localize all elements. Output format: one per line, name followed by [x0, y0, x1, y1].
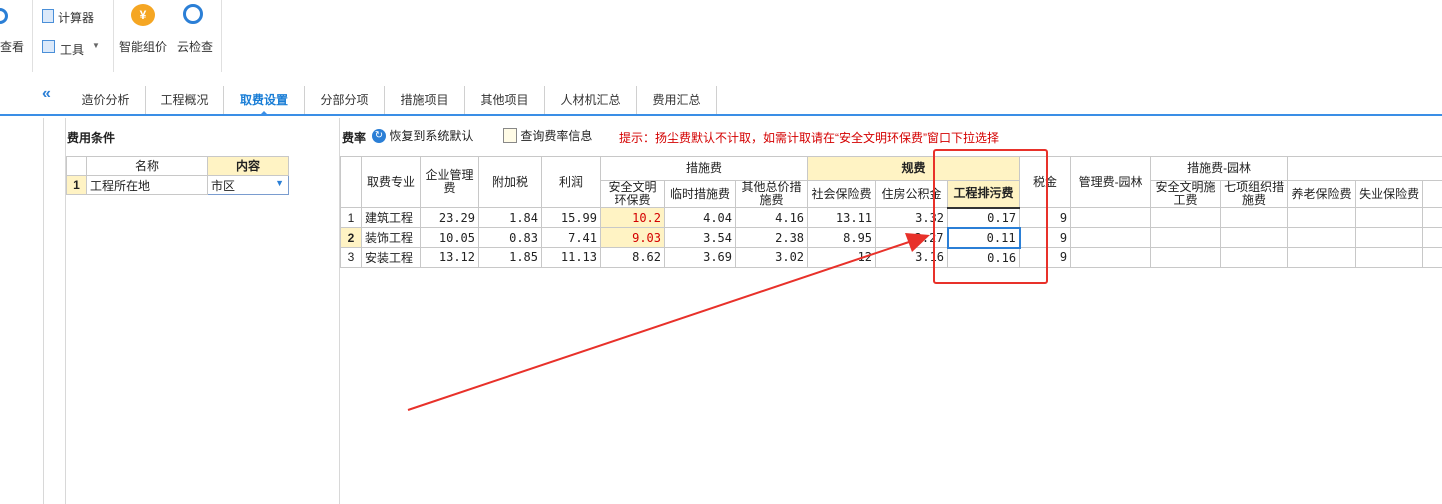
- annotation-arrow-head: [905, 233, 930, 252]
- annotation-overlay: [407, 149, 1048, 411]
- annotation-box: [933, 149, 1048, 284]
- annotation-arrow-line: [407, 240, 913, 411]
